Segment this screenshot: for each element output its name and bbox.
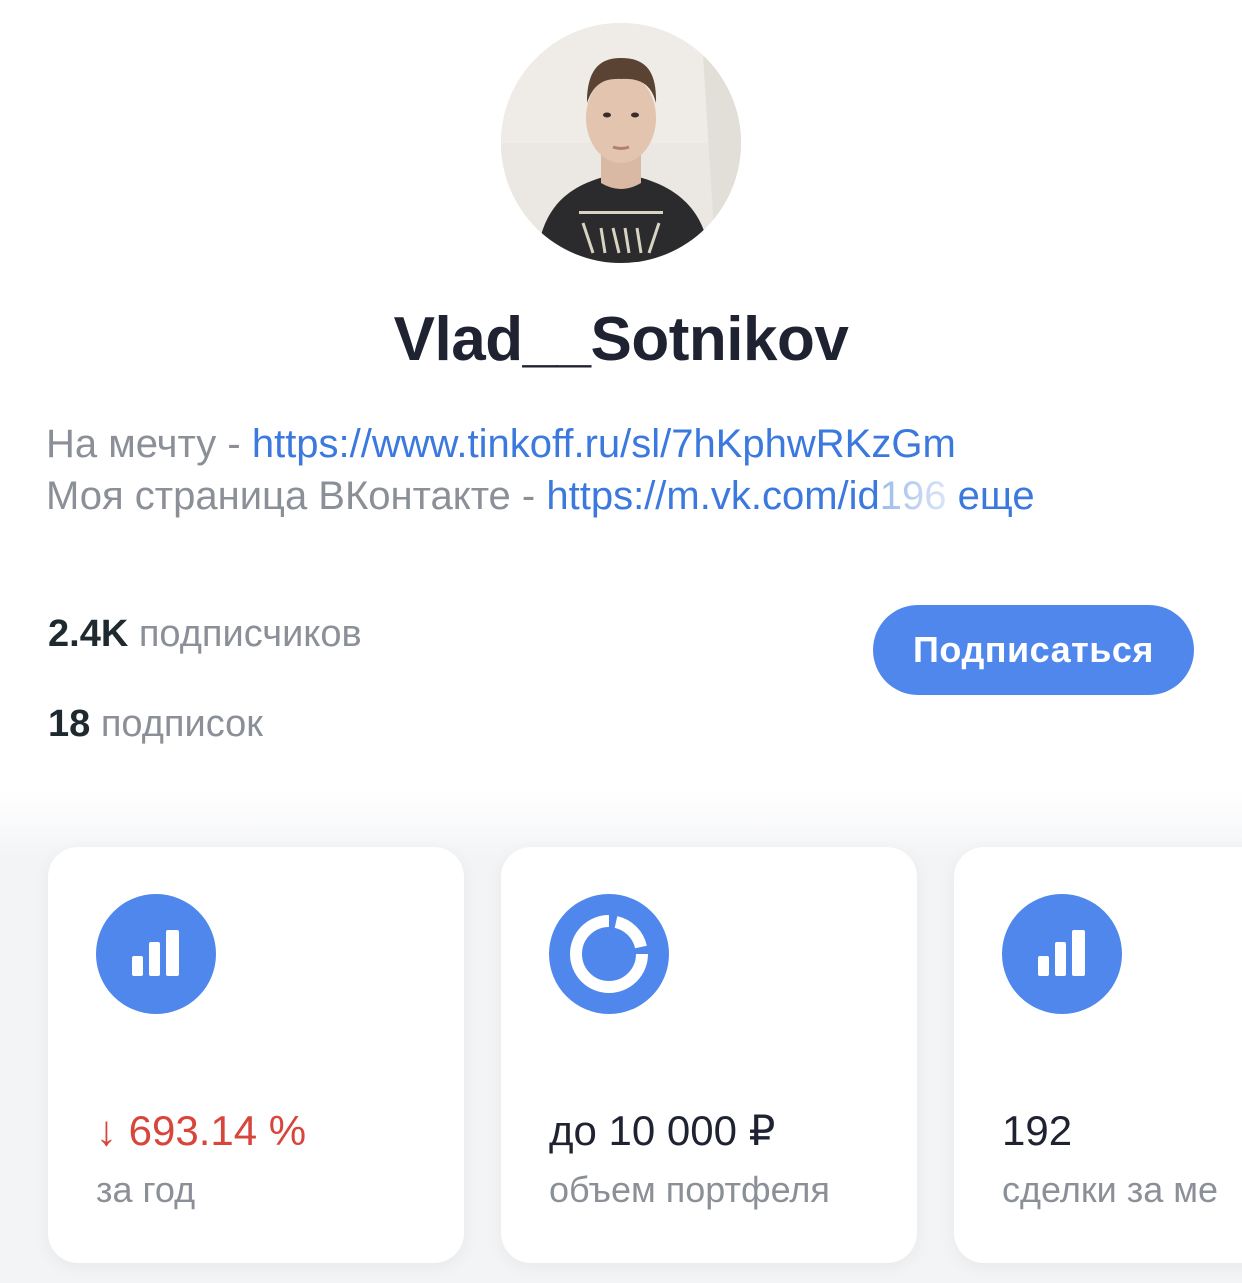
profile-avatar[interactable] — [501, 23, 741, 263]
bar-chart-icon — [96, 894, 216, 1014]
following-stat[interactable]: 18 подписок — [48, 698, 362, 788]
profile-stats: 2.4K подписчиков 18 подписок — [48, 608, 362, 788]
donut-chart-icon — [549, 894, 669, 1014]
avatar-photo — [501, 23, 741, 263]
card-label: сделки за ме — [1002, 1169, 1218, 1210]
followers-label: подписчиков — [138, 613, 362, 655]
subscribe-button[interactable]: Подписаться — [873, 605, 1194, 695]
bio-line-2: Моя страница ВКонтакте - https://m.vk.co… — [46, 470, 1216, 522]
bio-line-1: На мечту - https://www.tinkoff.ru/sl/7hK… — [46, 418, 1216, 470]
bio-more-link[interactable]: еще — [958, 474, 1035, 518]
profile-username: Vlad__Sotnikov — [393, 305, 849, 374]
card-value: до 10 000 ₽ — [549, 1107, 776, 1154]
card-label: за год — [96, 1169, 196, 1210]
bio-line-1-text: На мечту - — [46, 422, 252, 466]
following-count: 18 — [48, 703, 91, 745]
card-value: 192 — [1002, 1107, 1073, 1154]
card-value: ↓ 693.14 % — [96, 1107, 307, 1154]
followers-stat[interactable]: 2.4K подписчиков — [48, 608, 362, 698]
stat-card-portfolio-size[interactable]: до 10 000 ₽ объем портфеля — [501, 847, 917, 1263]
stat-card-yearly-return[interactable]: ↓ 693.14 % за год — [48, 847, 464, 1263]
bio-line-2-text: Моя страница ВКонтакте - — [46, 474, 547, 518]
stat-card-trades[interactable]: 192 сделки за ме — [954, 847, 1242, 1263]
bio-tinkoff-link[interactable]: https://www.tinkoff.ru/sl/7hKphwRKzGm — [252, 422, 956, 466]
card-label: объем портфеля — [549, 1169, 830, 1210]
bio-vk-link[interactable]: https://m.vk.com/id — [546, 474, 879, 518]
following-label: подписок — [100, 703, 263, 745]
profile-bio: На мечту - https://www.tinkoff.ru/sl/7hK… — [46, 418, 1216, 522]
bio-vk-link-faded: 196 — [879, 474, 947, 518]
followers-count: 2.4K — [48, 613, 129, 655]
bar-chart-icon — [1002, 894, 1122, 1014]
